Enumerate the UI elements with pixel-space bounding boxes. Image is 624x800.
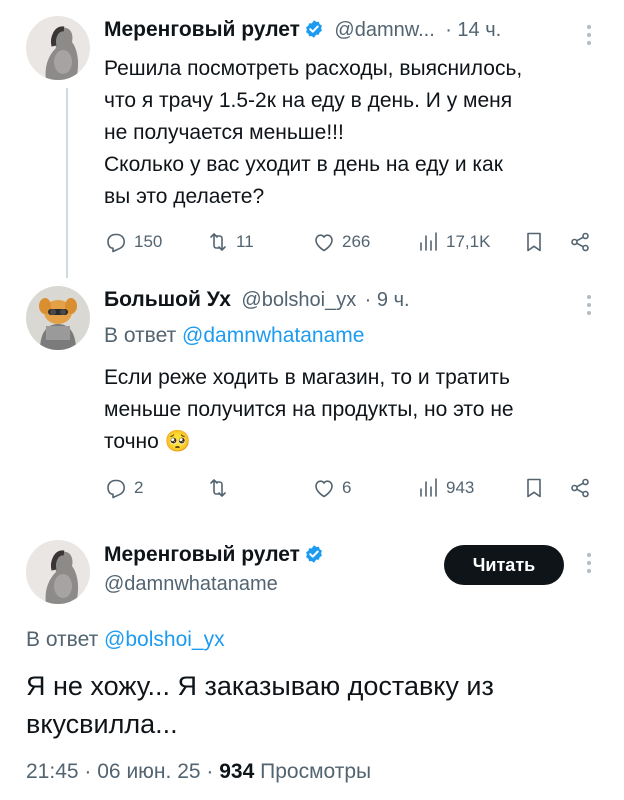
like-button[interactable]: 6	[312, 476, 351, 500]
author-block: Меренговый рулет	[104, 543, 324, 567]
verified-icon	[304, 544, 324, 564]
views-icon	[416, 476, 440, 500]
separator: ·	[206, 760, 214, 783]
tweet-header: Меренговый рулет @damnw... · 14 ч.	[104, 18, 501, 42]
reply-context: В ответ @bolshoi_yx	[26, 628, 225, 652]
reply-icon	[104, 230, 128, 254]
reply-count: 2	[134, 478, 144, 497]
text-line: вкусвилла...	[26, 709, 178, 739]
views-count: 17,1K	[446, 232, 491, 251]
share-icon	[568, 230, 592, 254]
like-button[interactable]: 266	[312, 230, 370, 254]
reply-prefix: В ответ	[26, 628, 99, 651]
bookmark-icon	[522, 230, 546, 254]
tweet-header: Большой Ух @bolshoi_yx · 9 ч.	[104, 288, 410, 312]
tweet-actions: 2 6 943	[104, 476, 604, 500]
follow-button[interactable]: Читать	[444, 545, 564, 585]
share-button[interactable]	[568, 230, 592, 254]
author-handle[interactable]: @bolshoi_yx	[241, 289, 356, 311]
like-count: 266	[342, 232, 371, 251]
tweet-time[interactable]: · 14 ч.	[445, 19, 501, 41]
tweet-text: Решила посмотреть расходы, выяснилось, ч…	[104, 53, 604, 213]
retweet-button[interactable]	[206, 476, 230, 500]
share-icon	[568, 476, 592, 500]
more-icon[interactable]	[586, 295, 592, 319]
verified-icon	[304, 19, 324, 39]
reply-prefix: В ответ	[104, 324, 177, 347]
views-button[interactable]: 943	[416, 476, 474, 500]
reply-count: 150	[134, 232, 163, 251]
text-line: меньше получится на продукты, но это не	[104, 398, 514, 421]
author-name[interactable]: Большой Ух	[104, 288, 231, 311]
author-name[interactable]: Меренговый рулет	[104, 543, 300, 566]
tweet-meta: 21:45 · 06 июн. 25 · 934 Просмотры	[26, 760, 371, 784]
views-label: Просмотры	[260, 760, 372, 783]
text-line: Решила посмотреть расходы, выяснилось,	[104, 57, 523, 80]
views-icon	[416, 230, 440, 254]
more-icon[interactable]	[586, 553, 592, 577]
reply-mention-link[interactable]: @bolshoi_yx	[104, 628, 225, 651]
text-line: не получается меньше!!!	[104, 121, 344, 144]
views-button[interactable]: 17,1K	[416, 230, 490, 254]
bookmark-icon	[522, 476, 546, 500]
avatar[interactable]	[26, 286, 90, 350]
author-handle[interactable]: @damnwhataname	[104, 573, 278, 596]
more-icon[interactable]	[586, 25, 592, 49]
views-count: 943	[446, 478, 475, 497]
author-handle[interactable]: @damnw...	[334, 19, 434, 41]
retweet-icon	[206, 476, 230, 500]
text-line: Я не хожу... Я заказываю доставку из	[26, 671, 494, 701]
text-line: вы это делаете?	[104, 185, 265, 208]
text-line: Если реже ходить в магазин, то и тратить	[104, 366, 510, 389]
views-count: 934	[219, 760, 255, 783]
tweet-time[interactable]: 21:45	[26, 760, 79, 783]
reply-icon	[104, 476, 128, 500]
bookmark-button[interactable]	[522, 476, 546, 500]
tweet-actions: 150 11 266 17,1K	[104, 230, 604, 254]
reply-mention-link[interactable]: @damnwhataname	[182, 324, 364, 347]
share-button[interactable]	[568, 476, 592, 500]
like-count: 6	[342, 478, 352, 497]
avatar[interactable]	[26, 540, 90, 604]
like-icon	[312, 230, 336, 254]
text-line: Сколько у вас уходит в день на еду и как	[104, 153, 503, 176]
retweet-button[interactable]: 11	[206, 230, 254, 254]
separator: ·	[84, 760, 92, 783]
reply-context: В ответ @damnwhataname	[104, 324, 364, 348]
retweet-icon	[206, 230, 230, 254]
tweet-text: Если реже ходить в магазин, то и тратить…	[104, 362, 604, 458]
tweet-time[interactable]: · 9 ч.	[365, 289, 410, 311]
text-line: точно 🥺	[104, 426, 604, 458]
avatar[interactable]	[26, 16, 90, 80]
tweet-text: Я не хожу... Я заказываю доставку из вку…	[26, 667, 606, 743]
text-line: что я трачу 1.5-2к на еду в день. И у ме…	[104, 89, 513, 112]
author-name[interactable]: Меренговый рулет	[104, 18, 300, 41]
thread-line	[66, 88, 68, 278]
text-line-end: точно	[104, 430, 159, 453]
pleading-face-emoji: 🥺	[164, 430, 191, 453]
reply-button[interactable]: 150	[104, 230, 162, 254]
reply-button[interactable]: 2	[104, 476, 143, 500]
bookmark-button[interactable]	[522, 230, 546, 254]
retweet-count: 11	[236, 232, 254, 251]
tweet-date[interactable]: 06 июн. 25	[97, 760, 200, 783]
like-icon	[312, 476, 336, 500]
